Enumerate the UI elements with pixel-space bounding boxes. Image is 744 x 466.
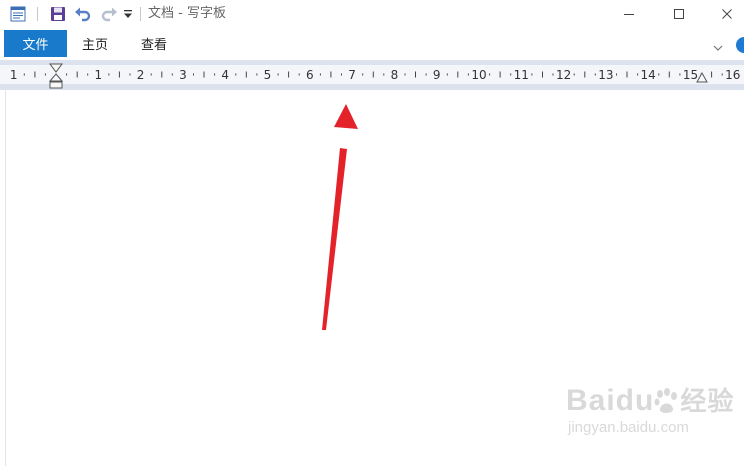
title-bar: 文档 - 写字板 [0, 0, 744, 28]
ruler-tick [415, 71, 416, 78]
ribbon-menu-bar: 文件 主页 查看 [0, 30, 744, 58]
tab-view[interactable]: 查看 [141, 30, 167, 57]
ruler-number: 10 [471, 68, 486, 82]
ruler-number: 1 [94, 68, 102, 82]
ruler-number: 6 [306, 68, 314, 82]
ruler-number: 16 [725, 68, 740, 82]
ruler-tick [425, 73, 427, 76]
ruler-number: 2 [137, 68, 145, 82]
ruler-number: 12 [556, 68, 571, 82]
ruler-tick [531, 73, 533, 76]
right-indent-marker-icon[interactable] [696, 72, 708, 84]
minimize-button[interactable] [606, 0, 652, 28]
ruler-tick [288, 71, 290, 78]
ruler-tick [171, 73, 173, 76]
ruler-tick [658, 73, 660, 76]
ruler-tick [573, 73, 575, 76]
ruler-tick [457, 71, 459, 78]
ruler-tick [467, 73, 469, 76]
ruler-tick [214, 73, 216, 76]
window-title: 文档 - 写字板 [148, 6, 226, 21]
ruler-tick [108, 73, 110, 76]
watermark-url: jingyan.baidu.com [568, 419, 689, 436]
ruler-tick [616, 73, 617, 76]
maximize-button[interactable] [656, 0, 702, 28]
ruler-number: 9 [433, 68, 441, 82]
ruler-tick [510, 73, 512, 76]
ruler-tick [362, 73, 364, 76]
ruler-tick [721, 73, 723, 76]
baidu-watermark: Baidu 经验 jingyan.baidu.com [566, 384, 734, 437]
ruler-tick [679, 73, 681, 76]
ruler-tick [489, 73, 491, 76]
left-indent-marker-icon[interactable] [49, 62, 63, 90]
tab-home[interactable]: 主页 [82, 30, 108, 57]
ruler-tick [34, 71, 36, 78]
ruler-tick [193, 73, 194, 76]
title-separator [140, 7, 141, 21]
ruler-tick [552, 73, 554, 76]
ruler-tick [298, 73, 300, 76]
undo-icon[interactable] [72, 4, 94, 24]
watermark-brand-suffix: 经验 [680, 387, 735, 417]
ruler-tick [76, 71, 78, 78]
ruler-number: 1 [10, 68, 18, 82]
ruler-tick [319, 73, 321, 76]
ruler-tick [626, 71, 628, 78]
ruler-number: 4 [221, 68, 229, 82]
ruler-tick [341, 73, 342, 76]
ruler-tick [446, 73, 448, 76]
ruler-tick [87, 73, 89, 76]
customize-toolbar-dropdown-icon[interactable] [121, 4, 135, 24]
wordpad-app-icon[interactable] [8, 4, 28, 24]
ruler-number: 11 [514, 68, 529, 82]
ruler-tick [542, 71, 543, 78]
ruler-number: 14 [641, 68, 656, 82]
ruler-tick [161, 71, 163, 78]
ruler-number: 7 [348, 68, 356, 82]
ruler: 1 1 2 3 4 5 6 7 8 9 10 11 12 13 14 15 16 [0, 60, 744, 90]
save-icon[interactable] [48, 4, 68, 24]
redo-icon[interactable] [98, 4, 120, 24]
ruler-tick [383, 73, 385, 76]
ruler-number: 3 [179, 68, 187, 82]
toolbar-separator [37, 7, 38, 21]
ruler-tick [637, 73, 639, 76]
ruler-tick [245, 71, 247, 78]
ruler-number: 13 [598, 68, 613, 82]
ruler-tick [404, 73, 406, 76]
ruler-tick [594, 73, 596, 76]
ruler-tick [711, 71, 713, 78]
ruler-tick [44, 73, 46, 76]
ruler-tick [118, 71, 120, 78]
help-icon[interactable] [736, 37, 744, 53]
ruler-tick [235, 73, 237, 76]
watermark-brand: Baidu [566, 384, 655, 417]
ruler-tick [330, 71, 332, 78]
ruler-tick [150, 73, 152, 76]
ruler-tick [372, 71, 374, 78]
collapse-ribbon-chevron-icon[interactable] [712, 38, 726, 51]
ruler-tick [203, 71, 205, 78]
file-tab[interactable]: 文件 [4, 30, 67, 57]
ruler-tick [256, 73, 258, 76]
ruler-tick [129, 73, 131, 76]
ruler-tick [66, 73, 68, 76]
ruler-tick [277, 73, 279, 76]
ruler-number: 8 [391, 68, 399, 82]
close-button[interactable] [704, 0, 744, 28]
paw-icon [654, 384, 680, 418]
ruler-tick [23, 73, 25, 76]
ruler-number: 5 [264, 68, 272, 82]
ruler-tick [499, 71, 501, 78]
ruler-tick [584, 71, 586, 78]
document-left-border [5, 90, 6, 466]
ruler-tick [668, 71, 670, 78]
ruler-marks: 1 1 2 3 4 5 6 7 8 9 10 11 12 13 14 15 16 [10, 68, 741, 82]
